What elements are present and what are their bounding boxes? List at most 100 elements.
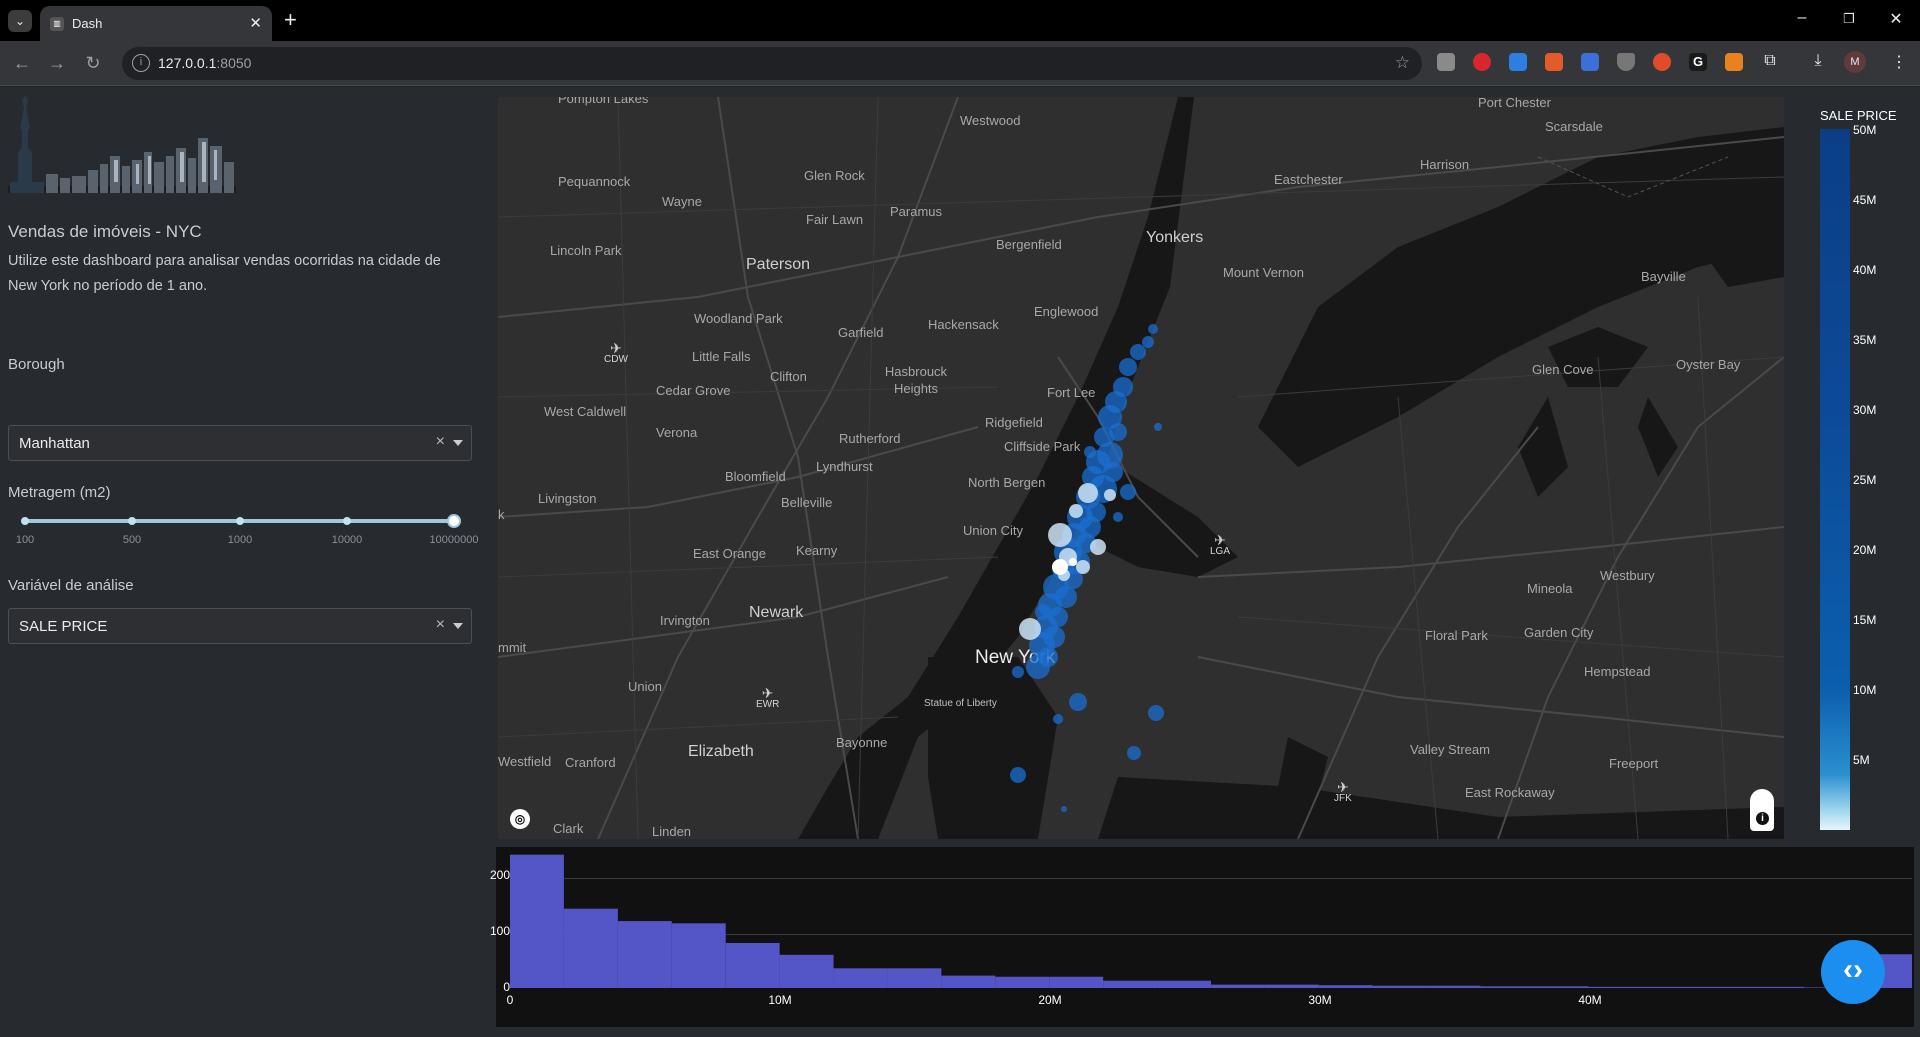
histogram-bar[interactable] (1750, 986, 1805, 988)
histogram-bar[interactable] (779, 954, 834, 988)
downloads-icon[interactable]: ⤓ (1807, 52, 1829, 70)
sale-price-histogram[interactable] (510, 853, 1912, 988)
x-tick-label: 10M (768, 993, 792, 1007)
borough-selected-value: Manhattan (19, 435, 90, 452)
slider-dot[interactable] (343, 517, 351, 525)
colorbar-title: SALE PRICE (1820, 108, 1897, 123)
translate-extension-icon[interactable] (1581, 53, 1599, 71)
site-info-icon[interactable]: i (132, 54, 150, 72)
browser-menu-icon[interactable]: ⋮ (1888, 52, 1910, 72)
slider-mark[interactable]: 100 (16, 534, 34, 546)
histogram-bar[interactable] (1426, 985, 1481, 988)
variable-selected-value: SALE PRICE (19, 618, 108, 635)
extension-icon[interactable] (1545, 53, 1563, 71)
histogram-bar[interactable] (1696, 986, 1751, 988)
minimize-button[interactable]: – (1790, 9, 1814, 27)
histogram-bar[interactable] (1264, 984, 1319, 988)
histogram-bar[interactable] (1480, 986, 1535, 988)
browser-tab-bar: ⌄ ▥ Dash ✕ + – ❐ ✕ (0, 0, 1920, 41)
extension-icon[interactable] (1509, 53, 1527, 71)
tab-close-icon[interactable]: ✕ (249, 14, 262, 32)
colorbar (1820, 129, 1850, 830)
address-bar[interactable]: i 127.0.0.1:8050 ☆ (122, 47, 1422, 80)
histogram-bar[interactable] (725, 943, 780, 988)
mapbox-logo-icon[interactable]: ◎ (510, 809, 530, 829)
chevron-down-icon[interactable] (453, 623, 463, 629)
extension-icon[interactable] (1437, 53, 1455, 71)
metragem-label: Metragem (m2) (8, 484, 111, 501)
extension-icon[interactable] (1653, 53, 1671, 71)
colorbar-tick: 20M (1853, 543, 1877, 557)
histogram-bar[interactable] (833, 968, 888, 988)
metragem-range-slider[interactable]: 100 500 1000 10000 10000000 (14, 512, 478, 552)
histogram-bar[interactable] (995, 976, 1050, 988)
histogram-bar[interactable] (510, 854, 564, 988)
histogram-bar[interactable] (1211, 984, 1265, 988)
histogram-bar[interactable] (671, 923, 726, 988)
restore-button[interactable]: ❐ (1837, 11, 1861, 27)
slider-mark[interactable]: 10000 (332, 534, 363, 546)
chevron-down-icon[interactable] (453, 440, 463, 446)
borough-dropdown[interactable]: Manhattan × (8, 425, 472, 461)
slider-dot[interactable] (128, 517, 136, 525)
histogram-bar[interactable] (1318, 985, 1373, 988)
colorbar-tick: 10M (1853, 683, 1877, 697)
histogram-bar[interactable] (563, 908, 618, 988)
borough-label: Borough (8, 356, 65, 373)
profile-avatar[interactable]: M (1844, 51, 1866, 73)
back-button[interactable]: ← (10, 51, 34, 75)
colorbar-tick: 15M (1853, 613, 1877, 627)
tab-search-button[interactable]: ⌄ (8, 10, 32, 32)
histogram-bar[interactable] (1157, 980, 1211, 988)
histogram-bar[interactable] (617, 921, 672, 988)
dash-app: Vendas de imóveis - NYC Utilize este das… (0, 87, 1920, 1037)
forward-button[interactable]: → (45, 51, 69, 75)
x-tick-label: 0 (506, 993, 514, 1007)
histogram-bar[interactable] (1372, 985, 1427, 988)
clear-icon[interactable]: × (436, 433, 445, 451)
slider-mark[interactable]: 10000000 (430, 534, 479, 546)
reload-button[interactable]: ↻ (81, 51, 105, 75)
extensions-area: G ⧉ ⤓ M ⋮ (1432, 49, 1920, 79)
histogram-bar[interactable] (887, 968, 942, 988)
close-window-button[interactable]: ✕ (1884, 9, 1908, 29)
grammar-extension-icon[interactable]: G (1689, 53, 1707, 71)
sales-map[interactable]: Pompton Lakes Westwood Port Chester Scar… (498, 97, 1784, 839)
y-tick-label: 100 (489, 924, 510, 938)
variable-dropdown[interactable]: SALE PRICE × (8, 608, 472, 644)
shield-extension-icon[interactable] (1617, 53, 1635, 71)
histogram-bar[interactable] (1103, 980, 1158, 988)
clear-icon[interactable]: × (436, 616, 445, 634)
histogram-bar[interactable] (1642, 986, 1697, 988)
url-port: :8050 (216, 55, 252, 71)
bookmark-star-icon[interactable]: ☆ (1395, 53, 1410, 73)
histogram-bar[interactable] (941, 975, 996, 988)
slider-dot[interactable] (236, 517, 244, 525)
histogram-bar[interactable] (1534, 986, 1589, 988)
x-tick-label: 20M (1038, 993, 1062, 1007)
slider-handle[interactable] (447, 514, 461, 528)
map-attribution-button[interactable]: i (1750, 789, 1774, 831)
url-text: 127.0.0.1:8050 (158, 55, 251, 71)
extension-icon[interactable] (1473, 53, 1491, 71)
colorbar-tick: 50M (1853, 123, 1877, 137)
dash-devtools-toggle-button[interactable]: ‹› (1821, 940, 1885, 1004)
nyc-skyline-logo (8, 96, 236, 193)
tab-title: Dash (72, 16, 103, 31)
extensions-puzzle-icon[interactable]: ⧉ (1759, 52, 1781, 70)
slider-mark[interactable]: 1000 (228, 534, 252, 546)
colorbar-tick: 30M (1853, 403, 1877, 417)
sale-bubbles (1010, 324, 1164, 812)
histogram-bar[interactable] (1049, 976, 1104, 988)
metamask-extension-icon[interactable] (1725, 53, 1743, 71)
browser-tab[interactable]: ▥ Dash ✕ (40, 6, 272, 41)
url-host: 127.0.0.1 (158, 55, 217, 71)
colorbar-tick: 25M (1853, 473, 1877, 487)
x-tick-label: 30M (1308, 993, 1332, 1007)
slider-dot[interactable] (21, 517, 29, 525)
slider-mark[interactable]: 500 (123, 534, 141, 546)
dash-favicon-icon: ▥ (50, 17, 64, 31)
info-icon[interactable]: i (1756, 812, 1769, 825)
new-tab-button[interactable]: + (284, 7, 297, 33)
histogram-bar[interactable] (1588, 986, 1643, 988)
